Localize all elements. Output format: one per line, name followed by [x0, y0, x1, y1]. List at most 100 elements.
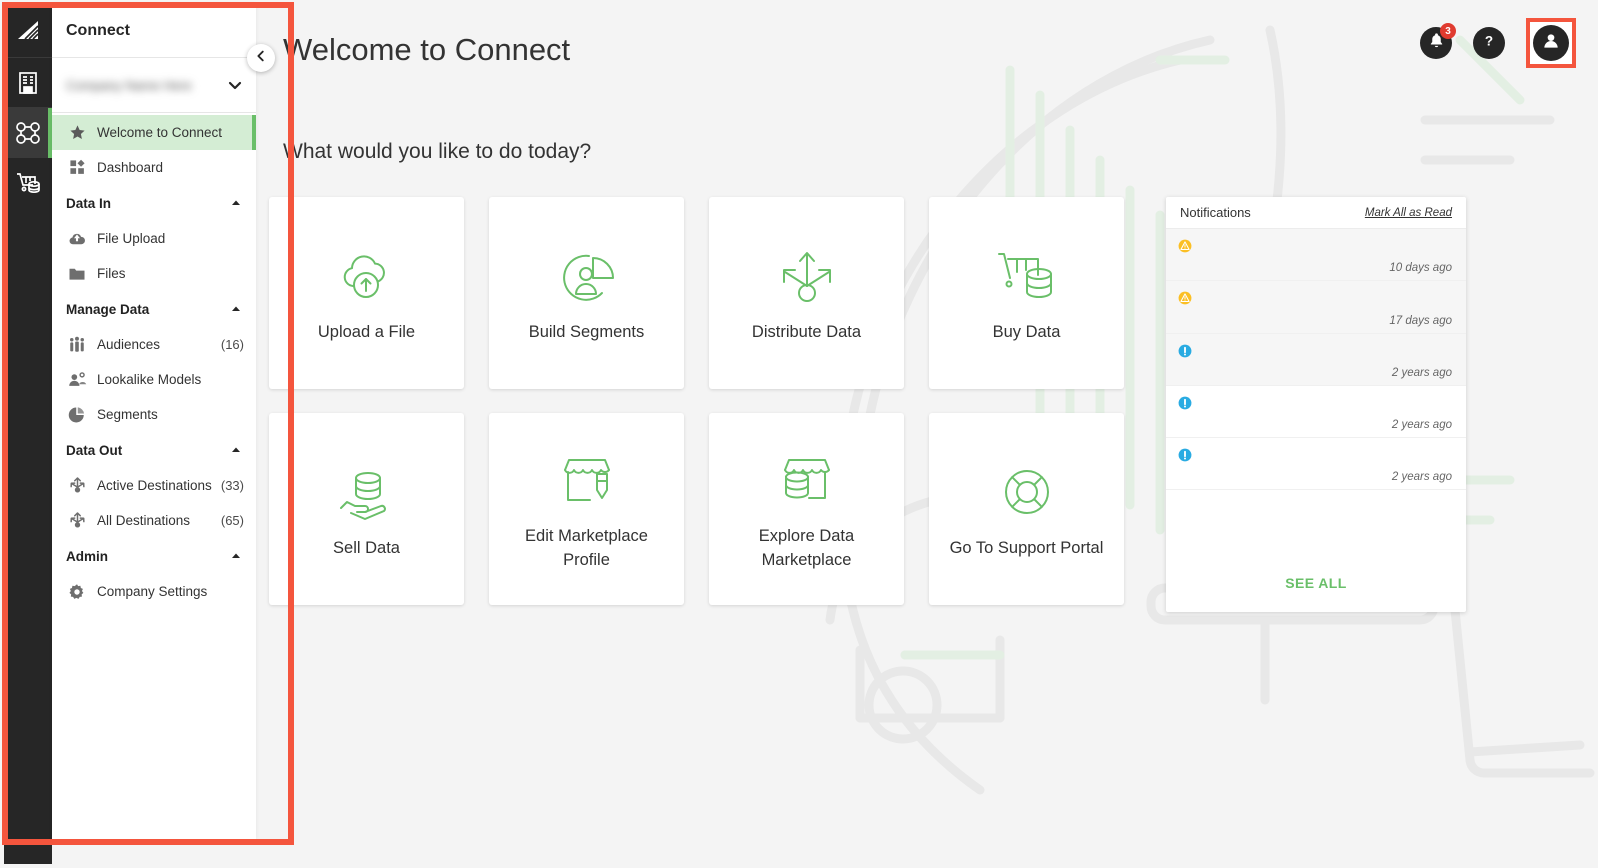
notification-text [1200, 290, 1452, 307]
nav-group-label: Manage Data [66, 301, 150, 317]
nav-group-data-out[interactable]: Data Out [52, 432, 256, 468]
card-label: Upload a File [317, 323, 416, 342]
cart-database-icon [15, 171, 41, 195]
caret-up-icon [230, 550, 242, 562]
sidebar-item-segments[interactable]: Segments [52, 397, 256, 432]
sidebar-item-count: (16) [220, 337, 244, 352]
distribute-arrows-icon [775, 241, 839, 315]
star-icon [66, 124, 88, 141]
card-go-to-support-portal[interactable]: Go To Support Portal [929, 413, 1124, 605]
info-icon [1178, 447, 1200, 483]
card-label: Edit Marketplace Profile [525, 527, 648, 569]
main-content: Welcome to Connect What would you like t… [256, 0, 1598, 868]
sidebar-item-all-destinations[interactable]: All Destinations (65) [52, 503, 256, 538]
rail-item-marketplace[interactable] [4, 158, 52, 208]
hand-database-icon [335, 457, 399, 531]
card-buy-data[interactable]: Buy Data [929, 197, 1124, 389]
card-explore-data-marketplace[interactable]: Explore Data Marketplace [709, 413, 904, 605]
chevron-left-icon [254, 49, 268, 68]
notifications-button[interactable]: 3 [1420, 23, 1456, 59]
notification-item[interactable]: 2 years ago [1166, 386, 1466, 438]
profile-button[interactable] [1526, 18, 1576, 68]
nav-group-manage-data[interactable]: Manage Data [52, 291, 256, 327]
sidebar-item-label: Dashboard [97, 160, 164, 175]
sidebar-nav: Welcome to Connect Dashboard Data In Fil… [52, 113, 256, 839]
card-distribute-data[interactable]: Distribute Data [709, 197, 904, 389]
sidebar-item-company-settings[interactable]: Company Settings [52, 574, 256, 609]
cloud-upload-outline-icon [335, 241, 399, 315]
brand-logo-icon [16, 20, 40, 42]
folder-icon [66, 265, 88, 283]
nav-group-label: Data Out [66, 442, 123, 458]
page-subtitle: What would you like to do today? [283, 140, 592, 163]
nav-group-data-in[interactable]: Data In [52, 185, 256, 221]
header-icons: 3 ? [1420, 18, 1576, 68]
sidebar-item-audiences[interactable]: Audiences (16) [52, 327, 256, 362]
sidebar-collapse-button[interactable] [247, 44, 275, 72]
nav-group-admin[interactable]: Admin [52, 538, 256, 574]
sidebar-item-label: Welcome to Connect [97, 125, 223, 140]
notification-time: 17 days ago [1389, 314, 1452, 327]
card-label: Sell Data [333, 539, 400, 558]
card-build-segments[interactable]: Build Segments [489, 197, 684, 389]
sidebar-item-label: Company Settings [97, 584, 208, 599]
sidebar-item-label: All Destinations [97, 513, 191, 528]
sidebar-item-active-destinations[interactable]: Active Destinations (33) [52, 468, 256, 503]
rail-item-connect[interactable] [4, 108, 54, 158]
nav-group-label: Admin [66, 548, 108, 564]
sidebar-item-label: Audiences [97, 337, 161, 352]
notification-text [1200, 238, 1452, 255]
sidebar-item-files[interactable]: Files [52, 256, 256, 291]
notification-body: 10 days ago [1200, 238, 1452, 274]
company-selector[interactable]: Company Name Here [52, 58, 256, 113]
distribute-icon [66, 511, 88, 530]
notification-item[interactable]: 17 days ago [1166, 281, 1466, 334]
nav-group-label: Data In [66, 195, 112, 211]
warning-icon [1178, 290, 1200, 326]
sidebar-item-count: (65) [220, 513, 244, 528]
card-upload-a-file[interactable]: Upload a File [269, 197, 464, 389]
building-icon [17, 71, 39, 95]
notification-item[interactable]: 2 years ago [1166, 333, 1466, 386]
notifications-title: Notifications [1180, 205, 1251, 220]
cart-database-outline-icon [995, 241, 1059, 315]
action-card-grid: Upload a File Build Segments Distribute … [269, 197, 1149, 605]
card-edit-marketplace-profile[interactable]: Edit Marketplace Profile [489, 413, 684, 605]
notification-item[interactable]: 2 years ago [1166, 438, 1466, 491]
card-sell-data[interactable]: Sell Data [269, 413, 464, 605]
sidebar-title: Connect [52, 4, 256, 58]
mark-all-as-read-link[interactable]: Mark All as Read [1365, 207, 1452, 219]
cloud-upload-icon [66, 230, 88, 248]
notifications-badge: 3 [1440, 23, 1456, 39]
caret-up-icon [230, 303, 242, 315]
rail-item-logo[interactable] [4, 4, 52, 58]
notification-body: 17 days ago [1200, 290, 1452, 327]
sidebar-item-label: Segments [97, 407, 158, 422]
svg-text:?: ? [1485, 33, 1493, 48]
notification-text [1200, 395, 1452, 412]
sidebar-item-dashboard[interactable]: Dashboard [52, 150, 256, 185]
notification-time: 2 years ago [1391, 419, 1452, 431]
sidebar-item-lookalike-models[interactable]: Lookalike Models [52, 362, 256, 397]
sidebar-item-file-upload[interactable]: File Upload [52, 221, 256, 256]
segment-pie-person-icon [555, 241, 619, 315]
card-label: Distribute Data [751, 323, 862, 342]
avatar[interactable] [1533, 25, 1569, 61]
card-label: Build Segments [528, 323, 645, 342]
lookalike-icon [66, 370, 88, 389]
life-ring-icon [995, 457, 1059, 531]
see-all-link[interactable]: SEE ALL [1285, 575, 1346, 591]
nodes-icon [15, 121, 41, 145]
info-icon [1178, 343, 1200, 379]
connect-app: Connect Company Name Here Welcome to Con… [0, 0, 1598, 868]
card-label: Buy Data [992, 323, 1061, 342]
notification-text [1200, 447, 1452, 464]
rail-item-company[interactable] [4, 58, 52, 108]
pie-chart-icon [66, 406, 88, 424]
help-button[interactable]: ? [1473, 27, 1505, 59]
notification-item[interactable]: 10 days ago [1166, 229, 1466, 282]
notification-time: 2 years ago [1391, 366, 1452, 379]
sidebar-item-welcome-to-connect[interactable]: Welcome to Connect [52, 115, 256, 150]
notification-time: 2 years ago [1391, 471, 1452, 484]
notification-body: 2 years ago [1200, 395, 1452, 431]
